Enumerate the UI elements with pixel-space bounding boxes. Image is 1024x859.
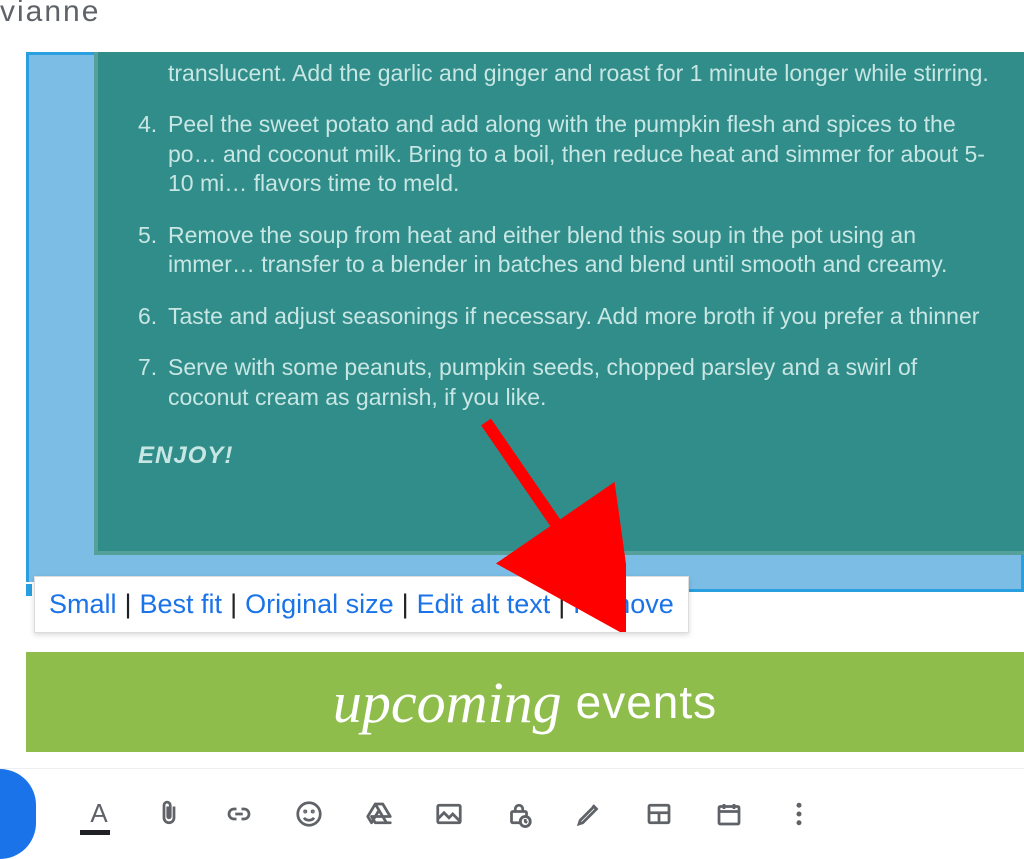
- send-button[interactable]: [0, 769, 36, 859]
- separator: |: [402, 589, 409, 620]
- recipe-step-3-partial: translucent. Add the garlic and ginger a…: [138, 59, 997, 88]
- image-remove[interactable]: Remove: [573, 589, 674, 620]
- separator: |: [125, 589, 132, 620]
- calendar-icon: [714, 799, 744, 829]
- attach-file-button[interactable]: [152, 797, 186, 831]
- image-size-best-fit[interactable]: Best fit: [140, 589, 223, 620]
- recipe-card: translucent. Add the garlic and ginger a…: [94, 52, 1024, 555]
- upcoming-events-banner: upcoming events: [26, 652, 1024, 752]
- layout-icon: [644, 799, 674, 829]
- banner-script-text: upcoming: [333, 669, 562, 736]
- recipe-step-7: Serve with some peanuts, pumpkin seeds, …: [138, 353, 997, 412]
- link-icon: [224, 799, 254, 829]
- confidential-mode-button[interactable]: [502, 797, 536, 831]
- text-color-letter: A: [90, 798, 107, 829]
- banner-plain-text: events: [576, 675, 718, 729]
- insert-photo-button[interactable]: [432, 797, 466, 831]
- schedule-send-button[interactable]: [712, 797, 746, 831]
- insert-link-button[interactable]: [222, 797, 256, 831]
- compose-toolbar: A: [0, 768, 1024, 858]
- separator: |: [558, 589, 565, 620]
- image-size-small[interactable]: Small: [49, 589, 117, 620]
- image-edit-alt-text[interactable]: Edit alt text: [417, 589, 551, 620]
- emoji-icon: [294, 799, 324, 829]
- pen-icon: [574, 799, 604, 829]
- insert-emoji-button[interactable]: [292, 797, 326, 831]
- compose-body-area[interactable]: translucent. Add the garlic and ginger a…: [26, 52, 1024, 752]
- image-options-popup: Small | Best fit | Original size | Edit …: [34, 576, 689, 633]
- separator: |: [230, 589, 237, 620]
- embedded-image-selection[interactable]: translucent. Add the garlic and ginger a…: [26, 52, 1024, 592]
- drive-icon: [364, 799, 394, 829]
- text-color-button[interactable]: A: [82, 797, 116, 831]
- image-size-original[interactable]: Original size: [245, 589, 394, 620]
- lock-clock-icon: [504, 799, 534, 829]
- paperclip-icon: [154, 799, 184, 829]
- more-options-button[interactable]: [782, 797, 816, 831]
- cropped-text-above: vianne: [0, 0, 100, 29]
- insert-signature-button[interactable]: [572, 797, 606, 831]
- insert-drive-button[interactable]: [362, 797, 396, 831]
- image-resize-handle[interactable]: [26, 582, 34, 598]
- select-layout-button[interactable]: [642, 797, 676, 831]
- recipe-step-4: Peel the sweet potato and add along with…: [138, 110, 997, 198]
- recipe-step-5: Remove the soup from heat and either ble…: [138, 221, 997, 280]
- image-icon: [434, 799, 464, 829]
- recipe-step-6: Taste and adjust seasonings if necessary…: [138, 302, 997, 331]
- recipe-enjoy: ENJOY!: [138, 442, 997, 470]
- more-vertical-icon: [784, 799, 814, 829]
- text-color-underline: [80, 830, 110, 835]
